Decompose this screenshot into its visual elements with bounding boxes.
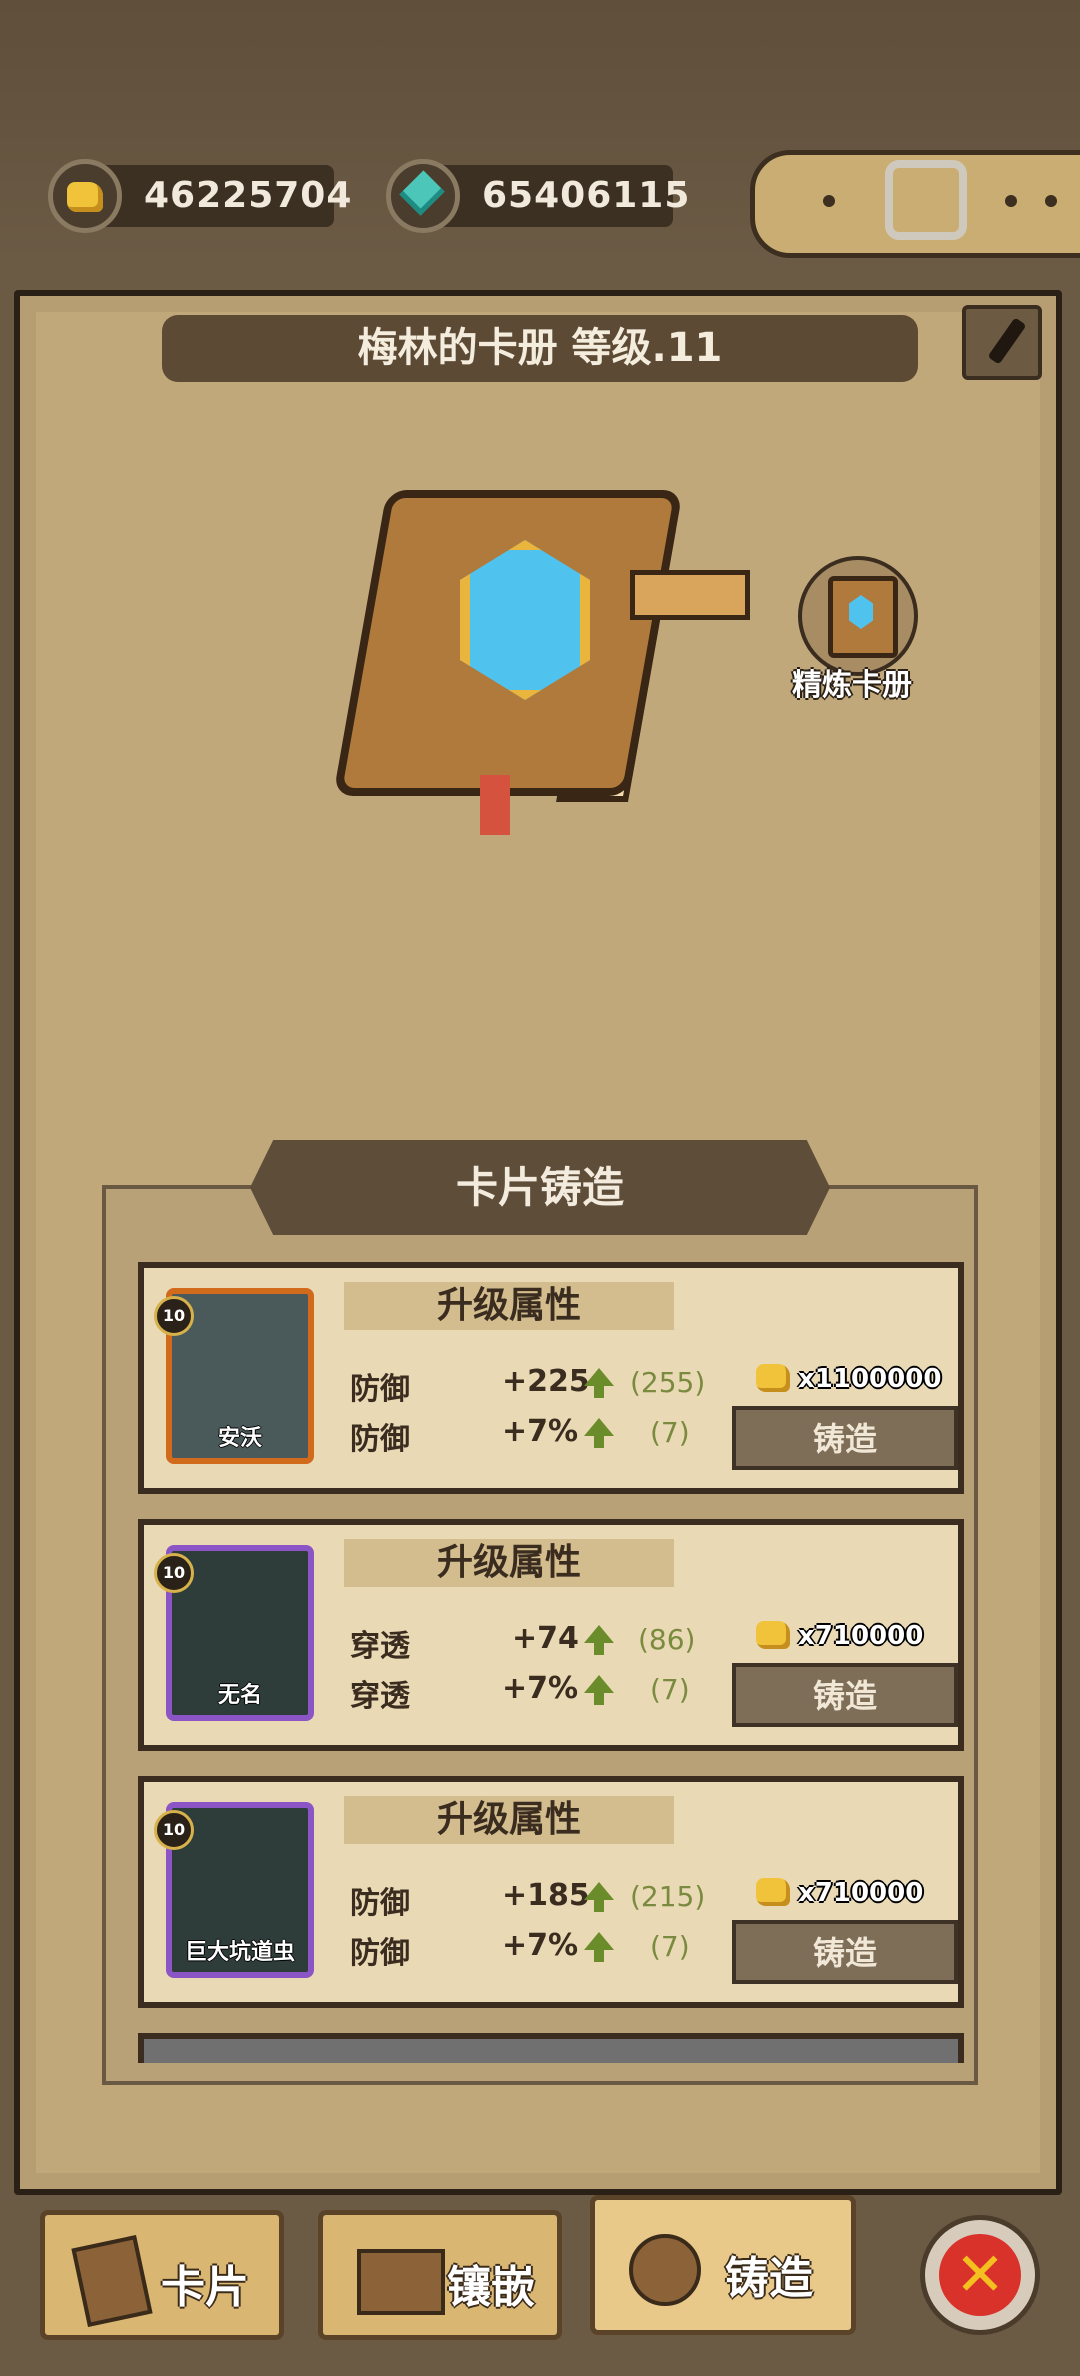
upgrade-attributes-label: 升级属性 — [436, 1799, 581, 1840]
stat-prev: (7) — [650, 1673, 690, 1706]
tab-label: 镶嵌 — [447, 2262, 535, 2313]
forge-icon — [629, 2234, 701, 2306]
gem-amount: 65406115 — [482, 175, 691, 216]
close-icon: ✕ — [954, 2240, 1006, 2310]
refine-album-label: 精炼卡册 — [792, 668, 912, 703]
forge-button[interactable]: 铸造 — [732, 1663, 958, 1727]
forge-cost: x710000 — [798, 1878, 924, 1908]
upgrade-attributes-label: 升级属性 — [436, 1285, 581, 1326]
forge-title: 卡片铸造 — [455, 1163, 624, 1212]
gold-counter: 46225704 — [48, 159, 351, 233]
album-title-bar: 梅林的卡册 等级.11 — [162, 315, 918, 382]
arrow-up-icon — [584, 1418, 614, 1448]
cards-icon — [71, 2235, 153, 2327]
upgrade-attributes-label: 升级属性 — [436, 1542, 581, 1583]
forge-cost: x1100000 — [798, 1364, 942, 1394]
gem-counter: 65406115 — [386, 159, 689, 233]
stat-value: +7% — [502, 1671, 579, 1706]
album-icon — [828, 576, 898, 658]
stat-prev: (7) — [650, 1416, 690, 1449]
forge-card-partial — [138, 2033, 964, 2063]
stat-value: +7% — [502, 1928, 579, 1963]
stat-prev: (7) — [650, 1930, 690, 1963]
gold-icon — [756, 1878, 790, 1906]
buckle-icon — [885, 160, 967, 240]
stat-label: 防御 — [350, 1372, 410, 1407]
belt-decoration — [750, 150, 1080, 258]
card-level-badge: 10 — [154, 1810, 194, 1850]
stat-value: +7% — [502, 1414, 579, 1449]
stat-label: 防御 — [350, 1936, 410, 1971]
tab-label: 卡片 — [161, 2262, 249, 2313]
forge-card: 安沃 10 升级属性 防御 +225 (255) 防御 +7% (7) x110… — [138, 1262, 964, 1494]
arrow-up-icon — [584, 1675, 614, 1705]
card-name: 安沃 — [217, 1426, 262, 1451]
stat-label: 穿透 — [350, 1629, 410, 1664]
forge-card: 巨大坑道虫 10 升级属性 防御 +185 (215) 防御 +7% (7) x… — [138, 1776, 964, 2008]
tab-inlay[interactable]: 镶嵌 — [318, 2210, 562, 2340]
card-level-badge: 10 — [154, 1553, 194, 1593]
gold-amount: 46225704 — [144, 175, 353, 216]
close-button[interactable]: ✕ — [920, 2215, 1040, 2335]
gold-icon — [756, 1621, 790, 1649]
forge-button[interactable]: 铸造 — [732, 1920, 958, 1984]
arrow-up-icon — [584, 1368, 614, 1398]
forge-cost: x710000 — [798, 1621, 924, 1651]
stat-label: 防御 — [350, 1422, 410, 1457]
arrow-up-icon — [584, 1625, 614, 1655]
stat-prev: (86) — [638, 1623, 696, 1656]
stat-prev: (255) — [630, 1366, 706, 1399]
stat-label: 穿透 — [350, 1679, 410, 1714]
arrow-up-icon — [584, 1932, 614, 1962]
stat-value: +185 — [502, 1878, 590, 1913]
forge-header: 卡片铸造 — [250, 1140, 830, 1235]
book-icon — [357, 2249, 445, 2315]
card-name: 巨大坑道虫 — [184, 1940, 295, 1965]
gold-icon — [48, 159, 122, 233]
album-title: 梅林的卡册 等级.11 — [357, 325, 723, 371]
gem-icon — [386, 159, 460, 233]
tab-forge[interactable]: 铸造 — [590, 2195, 856, 2335]
card-album-book — [333, 450, 750, 835]
forge-card: 无名 10 升级属性 穿透 +74 (86) 穿透 +7% (7) x71000… — [138, 1519, 964, 1751]
refine-album-button[interactable] — [798, 556, 918, 676]
stat-prev: (215) — [630, 1880, 706, 1913]
tab-cards[interactable]: 卡片 — [40, 2210, 284, 2340]
arrow-up-icon — [584, 1882, 614, 1912]
tab-label: 铸造 — [725, 2253, 813, 2304]
stat-value: +225 — [502, 1364, 590, 1399]
stat-label: 防御 — [350, 1886, 410, 1921]
card-level-badge: 10 — [154, 1296, 194, 1336]
gold-icon — [756, 1364, 790, 1392]
brush-icon[interactable] — [962, 305, 1042, 380]
forge-button[interactable]: 铸造 — [732, 1406, 958, 1470]
card-name: 无名 — [217, 1683, 262, 1708]
stat-value: +74 — [512, 1621, 579, 1656]
